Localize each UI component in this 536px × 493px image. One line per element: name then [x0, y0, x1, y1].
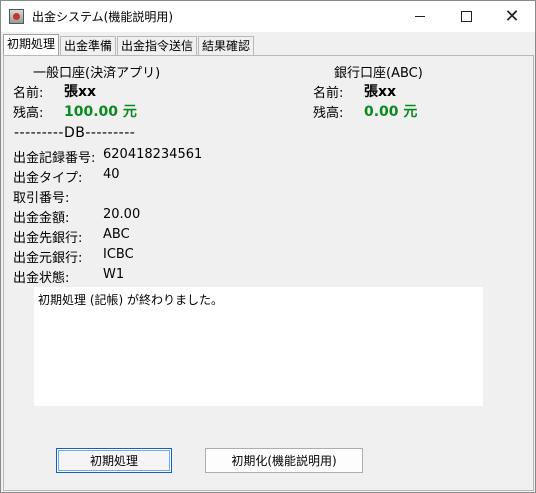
minimize-button[interactable] [397, 1, 443, 32]
maximize-icon [460, 11, 472, 22]
general-account-balance-value: 100.00 元 [64, 104, 137, 120]
db-field-value: 40 [103, 167, 120, 182]
db-field-value: 620418234561 [103, 147, 203, 162]
db-field-label: 出金タイプ: [13, 171, 83, 186]
tab-withdrawal-prep[interactable]: 出金準備 [60, 36, 117, 56]
window-title: 出金システム(機能説明用) [32, 10, 174, 24]
app-icon [9, 9, 24, 24]
tab-send-withdrawal-order[interactable]: 出金指令送信 [117, 36, 198, 56]
maximize-button[interactable] [443, 1, 489, 32]
close-button[interactable]: ✕ [489, 1, 535, 32]
tab-panel: 一般口座(決済アプリ) 名前: 張xx 残高: 100.00 元 銀行口座(AB… [3, 55, 534, 491]
db-field-label: 出金先銀行: [13, 231, 83, 246]
tab-initial-process[interactable]: 初期処理 [3, 34, 60, 56]
general-account-name-label: 名前: [13, 86, 44, 101]
db-separator: ---------DB--------- [14, 125, 136, 141]
db-field-value: W1 [103, 267, 125, 282]
initialize-button[interactable]: 初期化(機能説明用) [205, 448, 363, 473]
db-field-value: ICBC [103, 247, 134, 262]
db-field-label: 出金金額: [13, 211, 70, 226]
db-field-value: 20.00 [103, 207, 141, 222]
app-window: 出金システム(機能説明用) ✕ 初期処理 出金準備 出金指令送信 結果確認 一般… [0, 0, 536, 493]
title-bar: 出金システム(機能説明用) ✕ [1, 1, 535, 32]
general-account-name-value: 張xx [64, 84, 97, 100]
bank-account-name-value: 張xx [364, 84, 397, 100]
db-field-value: ABC [103, 227, 130, 242]
db-field-label: 出金記録番号: [13, 151, 96, 166]
minimize-icon [415, 16, 425, 17]
db-field-label: 出金元銀行: [13, 251, 83, 266]
tab-result-check[interactable]: 結果確認 [198, 36, 255, 56]
db-field-label: 出金状態: [13, 271, 70, 286]
db-field-label: 取引番号: [13, 191, 70, 206]
bank-account-heading: 銀行口座(ABC) [334, 66, 423, 81]
bank-account-balance-value: 0.00 元 [364, 104, 418, 120]
general-account-heading: 一般口座(決済アプリ) [33, 66, 161, 81]
bank-account-name-label: 名前: [313, 86, 344, 101]
initial-process-button[interactable]: 初期処理 [56, 448, 172, 473]
log-message: 初期処理 (記帳) が終わりました。 [38, 293, 223, 307]
log-text-area[interactable]: 初期処理 (記帳) が終わりました。 [34, 287, 483, 406]
general-account-balance-label: 残高: [13, 106, 44, 121]
bank-account-balance-label: 残高: [313, 106, 344, 121]
close-icon: ✕ [504, 5, 520, 27]
tab-bar: 初期処理 出金準備 出金指令送信 結果確認 [3, 34, 255, 56]
